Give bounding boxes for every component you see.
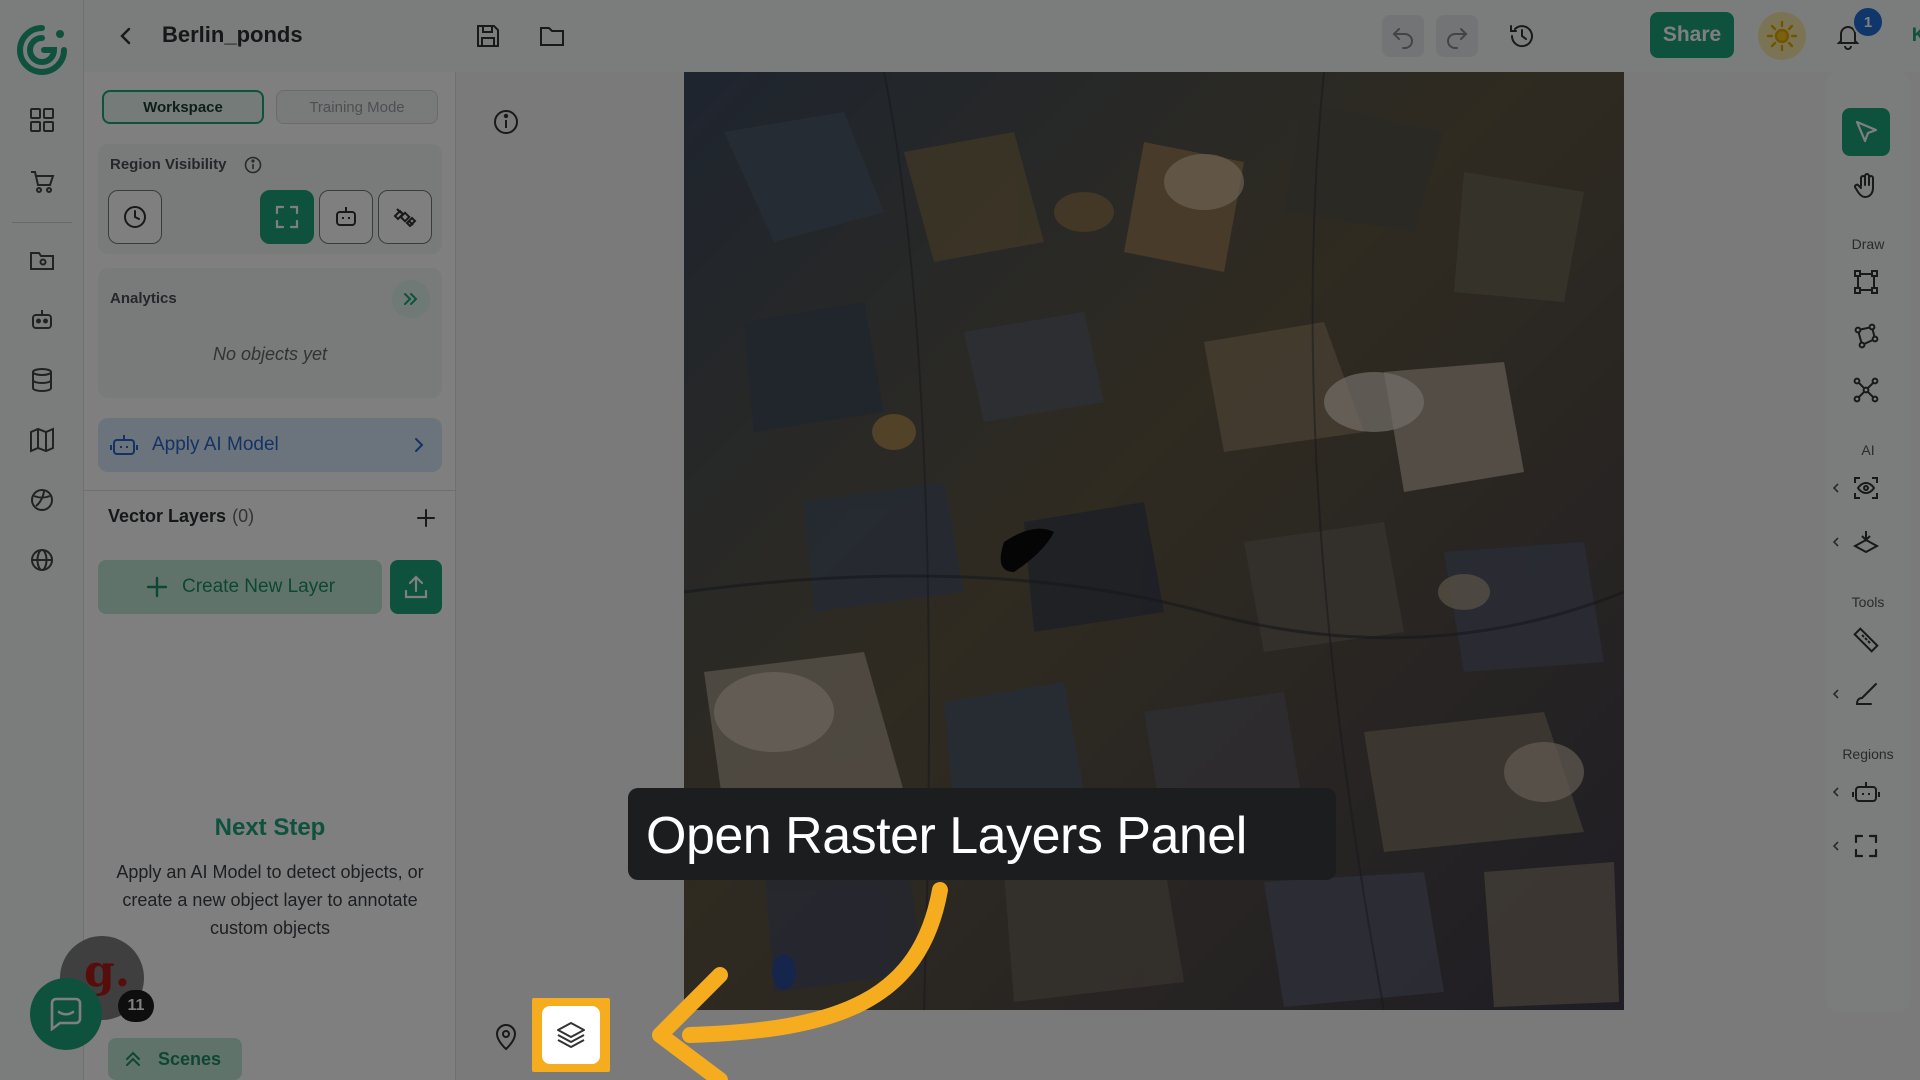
guide-arrow-icon [640,880,960,1080]
guide-dim-overlay [0,0,1920,1080]
layers-icon [555,1019,587,1051]
guide-tooltip: Open Raster Layers Panel [628,788,1336,880]
guide-tooltip-text: Open Raster Layers Panel [646,807,1247,865]
raster-layers-button[interactable] [542,1006,600,1064]
